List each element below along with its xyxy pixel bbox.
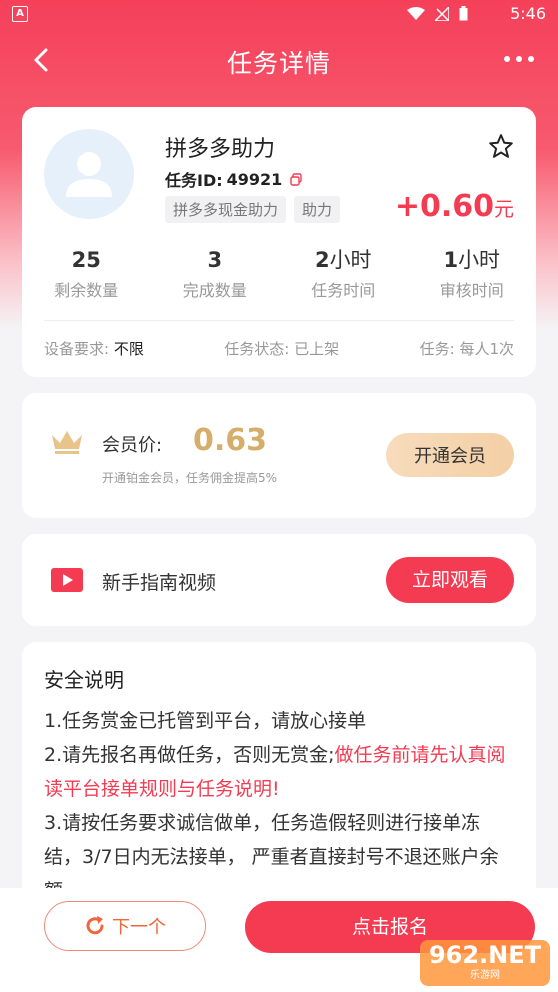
task-stats: 25 剩余数量 3 完成数量 2小时 任务时间 1小时 审核时间 xyxy=(22,245,536,301)
task-name: 拼多多助力 xyxy=(165,137,276,162)
vip-price-label: 会员价: xyxy=(102,435,163,456)
no-signal-icon xyxy=(435,6,449,21)
vip-description: 开通铂金会员，任务佣金提高5% xyxy=(102,471,278,485)
open-membership-button[interactable]: 开通会员 xyxy=(386,433,514,477)
stat-task-time: 2小时 任务时间 xyxy=(311,248,376,300)
watch-now-button[interactable]: 立即观看 xyxy=(386,557,514,603)
site-watermark: 962.NET 乐游网 xyxy=(420,940,550,986)
vip-price: 0.63 xyxy=(193,423,268,458)
device-requirement: 设备要求: 不限 xyxy=(44,340,144,358)
task-id-value: 49921 xyxy=(226,169,283,189)
video-guide-card: 新手指南视频 立即观看 xyxy=(22,534,536,626)
safety-card: 安全说明 1.任务赏金已托管到平台，请放心接单 2.请先报名再做任务，否则无赏金… xyxy=(22,642,536,902)
task-id-label: 任务ID: xyxy=(165,171,223,190)
video-camera-icon xyxy=(51,568,83,592)
page-title: 任务详情 xyxy=(226,49,331,78)
stat-review-time: 1小时 审核时间 xyxy=(439,248,504,300)
safety-body: 1.任务赏金已托管到平台，请放心接单 2.请先报名再做任务，否则无赏金;做任务前… xyxy=(44,704,514,908)
task-card: 拼多多助力 任务ID: 49921 拼多多现金助力 助力 +0.60元 25 剩… xyxy=(22,107,536,377)
refresh-icon xyxy=(86,916,104,935)
task-limit: 任务: 每人1次 xyxy=(419,340,514,358)
safety-line-2: 2.请先报名再做任务，否则无赏金;做任务前请先认真阅读平台接单规则与任务说明! xyxy=(44,744,506,800)
task-id: 任务ID: 49921 xyxy=(165,167,303,191)
avatar xyxy=(44,129,134,219)
stat-completed: 3 完成数量 xyxy=(182,248,247,300)
crown-icon xyxy=(52,431,82,454)
safety-line-1: 1.任务赏金已托管到平台，请放心接单 xyxy=(44,710,367,732)
video-guide-label: 新手指南视频 xyxy=(102,572,217,594)
next-task-label: 下一个 xyxy=(112,917,166,937)
more-options-icon[interactable] xyxy=(504,56,534,62)
bottom-action-bar: 下一个 点击报名 962.NET 乐游网 xyxy=(0,888,558,992)
tag: 助力 xyxy=(294,196,341,223)
next-task-button[interactable]: 下一个 xyxy=(44,901,206,951)
reward-amount: +0.60元 xyxy=(395,189,514,224)
reward-unit: 元 xyxy=(494,197,514,221)
copy-icon[interactable] xyxy=(290,172,303,186)
status-icons xyxy=(407,6,468,21)
vip-card: 会员价: 0.63 开通铂金会员，任务佣金提高5% 开通会员 xyxy=(22,393,536,518)
task-status: 任务状态: 已上架 xyxy=(224,340,340,358)
safety-title: 安全说明 xyxy=(44,668,124,692)
reward-value: +0.60 xyxy=(394,189,494,224)
app-notification-icon: A xyxy=(12,6,28,22)
tag: 拼多多现金助力 xyxy=(165,196,287,223)
clock: 5:46 xyxy=(510,4,546,23)
requirements-row: 设备要求: 不限 任务状态: 已上架 任务: 每人1次 xyxy=(44,338,514,359)
user-placeholder-icon xyxy=(66,152,112,197)
stat-remaining: 25 剩余数量 xyxy=(54,248,119,300)
wifi-icon xyxy=(407,6,425,20)
nav-bar: 任务详情 xyxy=(0,28,558,92)
battery-icon xyxy=(459,6,468,21)
favorite-star-icon[interactable] xyxy=(488,133,514,159)
task-tags: 拼多多现金助力 助力 xyxy=(165,196,341,223)
status-bar: A 5:46 xyxy=(0,0,558,28)
divider xyxy=(44,320,514,321)
